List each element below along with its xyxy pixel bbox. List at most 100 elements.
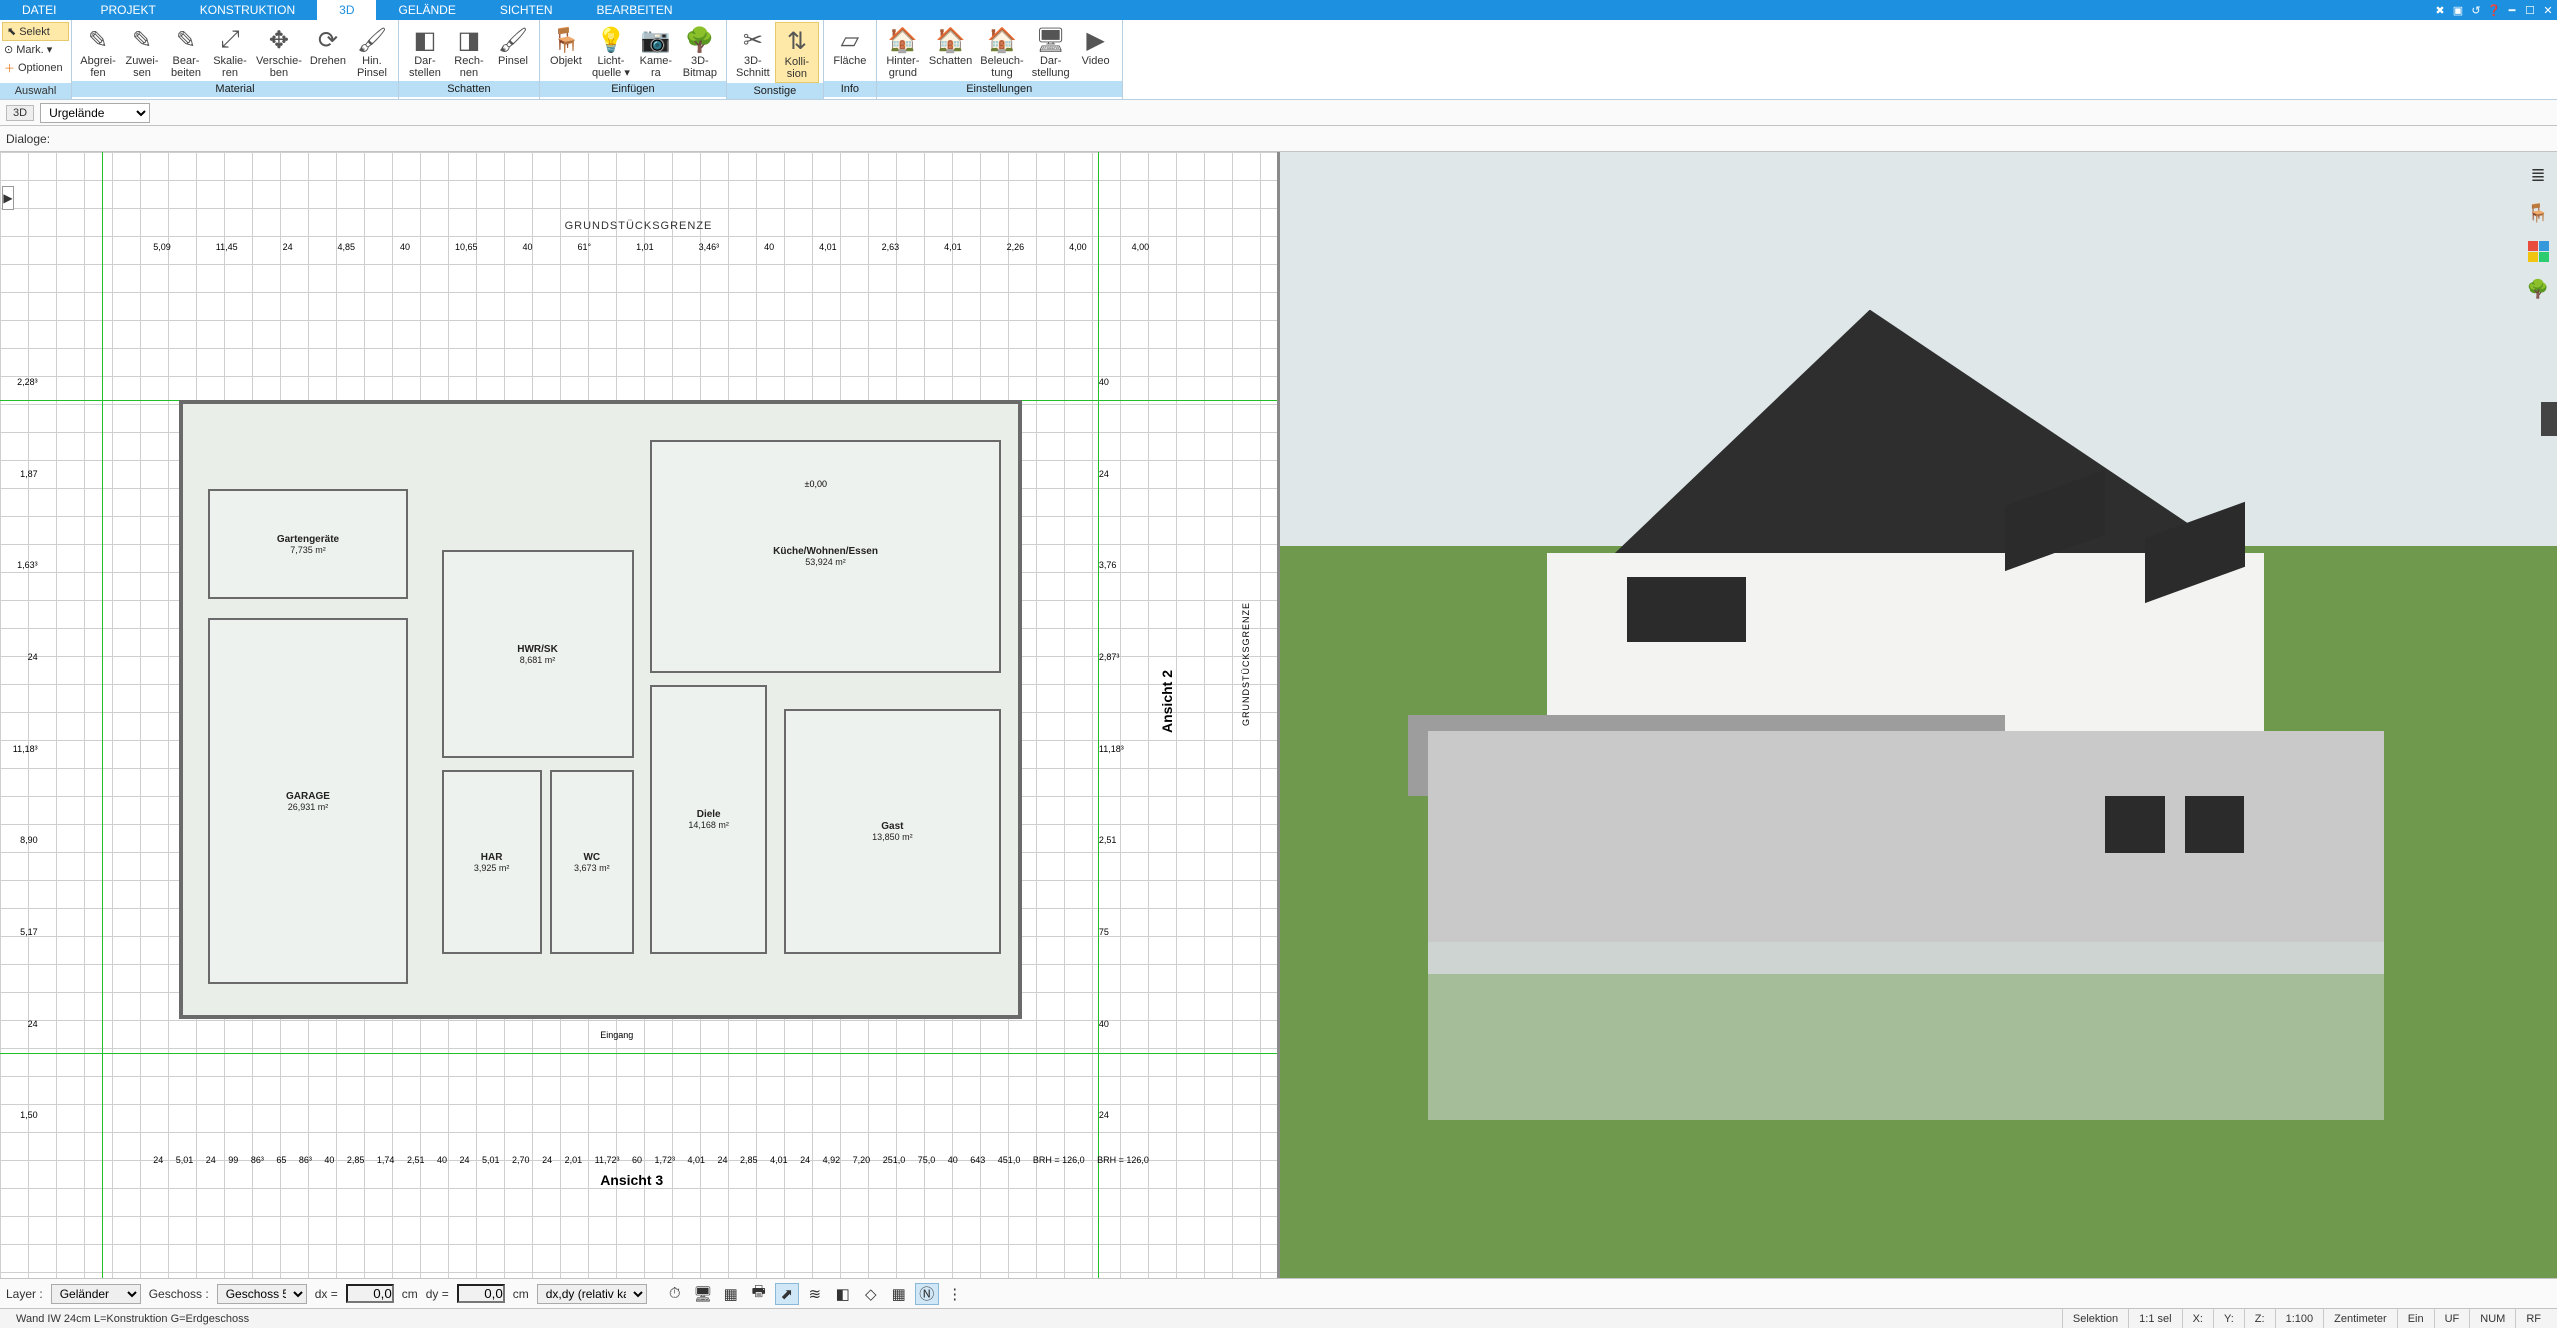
status-z: Z: <box>2244 1309 2275 1328</box>
ribbon-flaeche[interactable]: ▱Fläche <box>828 22 872 81</box>
help-icon[interactable]: ❓ <box>2485 0 2503 20</box>
menu-3d[interactable]: 3D <box>317 0 376 20</box>
view-select[interactable]: Urgelände <box>40 103 150 123</box>
materials-icon[interactable] <box>2525 238 2551 264</box>
status-uf: UF <box>2434 1309 2470 1328</box>
ribbon-3d-schnitt[interactable]: ✂3D-Schnitt <box>731 22 775 83</box>
menu-datei[interactable]: DATEI <box>0 0 78 20</box>
bottom-icon-9[interactable]: Ⓝ <box>915 1283 939 1305</box>
bottom-icon-0[interactable]: ⏱ <box>663 1283 687 1305</box>
story-select[interactable]: Geschoss 5 <box>217 1284 307 1304</box>
plants-icon[interactable]: 🌳 <box>2525 276 2551 302</box>
ribbon-pinsel[interactable]: 🖌Pinsel <box>491 22 535 81</box>
dimension: 11,18³ <box>1099 744 1124 754</box>
skalieren-icon: ⤢ <box>213 25 247 55</box>
dimension: 2,87³ <box>1099 652 1124 662</box>
room-gast[interactable]: Gast13,850 m² <box>784 709 1001 954</box>
ribbon-group-einstellungen: 🏠Hinter-grund🏠Schatten🏠Beleuch-tung🖥Dar-… <box>877 20 1123 99</box>
dy-input[interactable] <box>457 1284 505 1303</box>
window-restore-icon[interactable]: ☐ <box>2521 0 2539 20</box>
objekt-icon: 🪑 <box>549 25 583 55</box>
ribbon-skalieren[interactable]: ⤢Skalie-ren <box>208 22 252 81</box>
coord-mode-select[interactable]: dx,dy (relativ ka <box>537 1284 647 1304</box>
status-rf: RF <box>2515 1309 2551 1328</box>
room-gartenger-te[interactable]: Gartengeräte7,735 m² <box>208 489 408 599</box>
bottom-icon-8[interactable]: ▦ <box>887 1283 911 1305</box>
ribbon-bearbeiten[interactable]: ✎Bear-beiten <box>164 22 208 81</box>
3d-pane[interactable]: ≣ 🪑 🌳 <box>1280 152 2557 1278</box>
menu-projekt[interactable]: PROJEKT <box>78 0 177 20</box>
rechnen-label: Rech-nen <box>454 55 483 81</box>
ribbon-objekt[interactable]: 🪑Objekt <box>544 22 588 81</box>
furniture-icon[interactable]: 🪑 <box>2525 200 2551 226</box>
bottom-icon-5[interactable]: ≋ <box>803 1283 827 1305</box>
bottom-icon-6[interactable]: ◧ <box>831 1283 855 1305</box>
ribbon-darstellung[interactable]: 🖥Dar-stellung <box>1028 22 1074 81</box>
floorplan-pane[interactable]: GRUNDSTÜCKSGRENZE Gartengeräte7,735 m²GA… <box>0 152 1280 1278</box>
dy-label: dy = <box>426 1287 449 1301</box>
ribbon-video[interactable]: ▶Video <box>1074 22 1118 81</box>
menu-sichten[interactable]: SICHTEN <box>478 0 575 20</box>
room-k-che-wohnen-essen[interactable]: Küche/Wohnen/Essen53,924 m² <box>650 440 1001 672</box>
dimension: 2,70 <box>512 1155 530 1165</box>
room-diele[interactable]: Diele14,168 m² <box>650 685 767 954</box>
ribbon-3d-bitmap[interactable]: 🌳3D-Bitmap <box>678 22 722 81</box>
layer-select[interactable]: Geländer <box>51 1284 141 1304</box>
ribbon-rechnen[interactable]: ◨Rech-nen <box>447 22 491 81</box>
ribbon-group-sonstige: ✂3D-Schnitt⇅Kolli-sionSonstige <box>727 20 824 99</box>
ribbon-zuweisen[interactable]: ✎Zuwei-sen <box>120 22 164 81</box>
kollision-label: Kolli-sion <box>785 56 809 82</box>
ribbon-kamera[interactable]: 📷Kame-ra <box>634 22 678 81</box>
expand-left-handle[interactable]: ▶ <box>2 186 14 210</box>
bottom-icon-10[interactable]: ⋮ <box>943 1283 967 1305</box>
3d-schnitt-icon: ✂ <box>736 25 770 55</box>
ribbon-verschieben[interactable]: ✥Verschie-ben <box>252 22 306 81</box>
layers-icon[interactable]: ≣ <box>2525 162 2551 188</box>
room-name: Küche/Wohnen/Essen <box>773 546 878 557</box>
bottom-icon-1[interactable]: 🖥 <box>691 1283 715 1305</box>
window-close-icon[interactable]: ✕ <box>2539 0 2557 20</box>
zuweisen-icon: ✎ <box>125 25 159 55</box>
status-selection: Selektion <box>2062 1309 2128 1328</box>
bottom-icon-7[interactable]: ◇ <box>859 1283 883 1305</box>
room-har[interactable]: HAR3,925 m² <box>442 770 542 953</box>
dimension: 40 <box>1099 377 1124 387</box>
ribbon-hintergrund[interactable]: 🏠Hinter-grund <box>881 22 925 81</box>
bottom-icon-3[interactable]: 🖶 <box>747 1283 771 1305</box>
expand-right-handle[interactable] <box>2541 402 2557 436</box>
ribbon-darstellen[interactable]: ◧Dar-stellen <box>403 22 447 81</box>
room-name: GARAGE <box>286 791 330 802</box>
ribbon-kollision[interactable]: ⇅Kolli-sion <box>775 22 819 83</box>
bottom-icon-2[interactable]: ▦ <box>719 1283 743 1305</box>
ribbon-beleuchtung[interactable]: 🏠Beleuch-tung <box>976 22 1027 81</box>
mark-button[interactable]: ⊙ Mark. ▾ <box>0 41 71 58</box>
select-button[interactable]: ⬉ Selekt <box>2 22 69 41</box>
room-garage[interactable]: GARAGE26,931 m² <box>208 618 408 985</box>
ribbon-lichtquelle[interactable]: 💡Licht-quelle ▾ <box>588 22 634 81</box>
menu-bearbeiten[interactable]: BEARBEITEN <box>575 0 695 20</box>
toolbar-icon[interactable]: ✖ <box>2431 0 2449 20</box>
ribbon-schatten[interactable]: 🏠Schatten <box>925 22 976 81</box>
work-area: GRUNDSTÜCKSGRENZE Gartengeräte7,735 m²GA… <box>0 152 2557 1278</box>
dimension: BRH = 126,0 <box>1033 1155 1085 1165</box>
options-button[interactable]: ＋ Optionen <box>0 58 71 78</box>
dx-input[interactable] <box>346 1284 394 1303</box>
bottom-icon-4[interactable]: ⬈ <box>775 1283 799 1305</box>
menu-konstruktion[interactable]: KONSTRUKTION <box>178 0 317 20</box>
group-label: Schatten <box>399 81 539 97</box>
toolbar-icon[interactable]: ↺ <box>2467 0 2485 20</box>
window-minimize-icon[interactable]: ━ <box>2503 0 2521 20</box>
ribbon-abgreifen[interactable]: ✎Abgrei-fen <box>76 22 120 81</box>
toolbar-icon[interactable]: ▣ <box>2449 0 2467 20</box>
room-hwr-sk[interactable]: HWR/SK8,681 m² <box>442 550 634 758</box>
ribbon-drehen[interactable]: ⟳Drehen <box>306 22 350 81</box>
dimension: 643 <box>970 1155 985 1165</box>
dimension: 86³ <box>251 1155 264 1165</box>
dimension: 4,92 <box>823 1155 841 1165</box>
room-wc[interactable]: WC3,673 m² <box>550 770 633 953</box>
dimension: 11,18³ <box>13 744 38 754</box>
menu-gelaende[interactable]: GELÄNDE <box>376 0 477 20</box>
dialog-toolbar: Dialoge: <box>0 126 2557 152</box>
drehen-icon: ⟳ <box>311 25 345 55</box>
ribbon-hin-pinsel[interactable]: 🖌Hin.Pinsel <box>350 22 394 81</box>
